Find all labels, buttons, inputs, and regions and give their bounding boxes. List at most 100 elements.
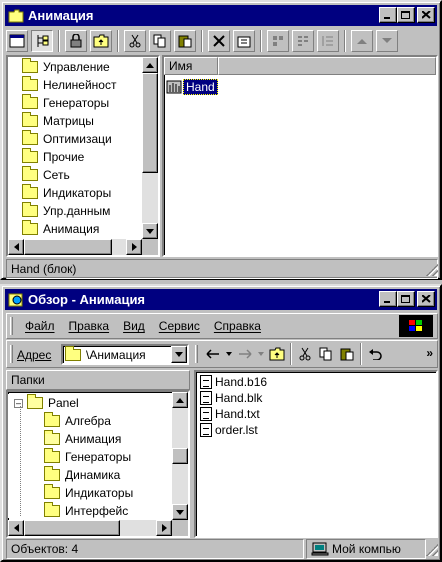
large-icons-icon[interactable] bbox=[267, 30, 289, 52]
back-dropdown-icon[interactable] bbox=[224, 343, 234, 365]
up-folder-icon[interactable] bbox=[267, 343, 287, 365]
move-up-icon[interactable] bbox=[351, 30, 373, 52]
undo-icon[interactable] bbox=[365, 343, 385, 365]
scroll-thumb[interactable] bbox=[24, 239, 112, 255]
status-text: Hand (блок) bbox=[11, 262, 77, 276]
close-button[interactable] bbox=[417, 7, 435, 23]
scroll-thumb[interactable] bbox=[142, 73, 158, 173]
file-name: order.lst bbox=[215, 423, 258, 437]
window-titlebar[interactable]: Обзор - Анимация bbox=[5, 289, 437, 310]
tree-item[interactable]: Интерфейс bbox=[8, 502, 172, 518]
resize-grip[interactable] bbox=[426, 544, 438, 556]
window-title: Обзор - Анимация bbox=[28, 292, 146, 307]
band-grip[interactable] bbox=[195, 345, 198, 363]
tree-item[interactable]: Индикаторы bbox=[8, 484, 172, 502]
list-view-icon[interactable] bbox=[317, 30, 339, 52]
tree-item[interactable]: Прочие bbox=[8, 148, 142, 166]
move-down-icon[interactable] bbox=[376, 30, 398, 52]
menu-item[interactable]: Справка bbox=[214, 319, 261, 333]
collapse-icon[interactable]: – bbox=[14, 398, 23, 408]
copy-icon[interactable] bbox=[149, 30, 171, 52]
band-grip[interactable] bbox=[10, 345, 13, 363]
animation-window: Анимация Управление Нелинейност Генераторы… bbox=[0, 0, 442, 280]
address-combobox[interactable]: \Анимация bbox=[61, 344, 189, 365]
file-item[interactable]: Hand.b16 bbox=[200, 374, 432, 390]
menu-item[interactable]: Файл bbox=[25, 319, 55, 333]
tree-item[interactable]: Нелинейност bbox=[8, 76, 142, 94]
forward-dropdown-icon[interactable] bbox=[256, 343, 266, 365]
file-item[interactable]: Hand.txt bbox=[200, 406, 432, 422]
properties-icon[interactable] bbox=[233, 30, 255, 52]
tree-item[interactable]: Сеть bbox=[8, 166, 142, 184]
tree-item[interactable]: Динамика bbox=[8, 466, 172, 484]
toolbar-separator bbox=[58, 30, 60, 52]
tree-item-root[interactable]: – Panel bbox=[8, 394, 172, 412]
scroll-thumb[interactable] bbox=[24, 520, 120, 536]
small-icons-icon[interactable] bbox=[292, 30, 314, 52]
scroll-up-button[interactable] bbox=[172, 392, 188, 408]
menu-item[interactable]: Сервис bbox=[159, 319, 200, 333]
scroll-thumb[interactable] bbox=[172, 448, 188, 464]
lock-icon[interactable] bbox=[65, 30, 87, 52]
tree-item[interactable]: Индикаторы bbox=[8, 184, 142, 202]
column-header-blank[interactable] bbox=[218, 57, 436, 75]
copy-icon[interactable] bbox=[316, 343, 336, 365]
tree-item[interactable]: Генераторы bbox=[8, 448, 172, 466]
file-item[interactable]: order.lst bbox=[200, 422, 432, 438]
toolbar bbox=[6, 30, 398, 52]
minimize-button[interactable] bbox=[379, 7, 397, 23]
menu-item[interactable]: Правка bbox=[69, 319, 110, 333]
paste-icon[interactable] bbox=[174, 30, 196, 52]
delete-icon[interactable] bbox=[208, 30, 230, 52]
scroll-up-button[interactable] bbox=[142, 57, 158, 73]
maximize-button[interactable] bbox=[397, 291, 415, 307]
window-icon[interactable] bbox=[6, 30, 28, 52]
tree-item[interactable]: Оптимизаци bbox=[8, 130, 142, 148]
scroll-down-button[interactable] bbox=[172, 504, 188, 520]
folder-icon bbox=[22, 112, 38, 127]
tree-view-icon[interactable] bbox=[31, 30, 53, 52]
tree-item-label: Индикаторы bbox=[65, 486, 134, 500]
paste-icon[interactable] bbox=[337, 343, 357, 365]
back-icon[interactable] bbox=[203, 343, 223, 365]
maximize-button[interactable] bbox=[397, 7, 415, 23]
tree-item[interactable]: Упр.данным bbox=[8, 202, 142, 220]
scroll-right-button[interactable] bbox=[126, 239, 142, 255]
forward-icon[interactable] bbox=[235, 343, 255, 365]
folder-icon bbox=[44, 448, 60, 463]
scroll-down-button[interactable] bbox=[142, 223, 158, 239]
vertical-scrollbar[interactable] bbox=[172, 392, 188, 520]
tree-item[interactable]: Анимация bbox=[8, 430, 172, 448]
address-dropdown-button[interactable] bbox=[171, 346, 187, 363]
tree-item[interactable]: Алгебра bbox=[8, 412, 172, 430]
tree-item[interactable]: Управление bbox=[8, 58, 142, 76]
horizontal-scrollbar[interactable] bbox=[8, 239, 142, 255]
nav-toolbar bbox=[203, 343, 385, 365]
tree-item[interactable]: Матрицы bbox=[8, 112, 142, 130]
cut-icon[interactable] bbox=[295, 343, 315, 365]
tree-item[interactable]: Анимация bbox=[8, 220, 142, 238]
up-folder-icon[interactable] bbox=[90, 30, 112, 52]
cut-icon[interactable] bbox=[124, 30, 146, 52]
file-item[interactable]: Hand.blk bbox=[200, 390, 432, 406]
minimize-button[interactable] bbox=[379, 291, 397, 307]
toolbar-overflow-icon[interactable]: » bbox=[426, 346, 433, 360]
band-grip[interactable] bbox=[10, 317, 13, 335]
folder-open-icon bbox=[27, 394, 43, 409]
column-header-name[interactable]: Имя bbox=[164, 57, 218, 75]
tree-item[interactable]: Генераторы bbox=[8, 94, 142, 112]
resize-grip[interactable] bbox=[426, 264, 438, 276]
menu-item[interactable]: Вид bbox=[123, 319, 145, 333]
address-value: \Анимация bbox=[86, 347, 146, 362]
folder-icon bbox=[65, 346, 81, 361]
list-item[interactable]: Hand bbox=[166, 79, 218, 95]
horizontal-scrollbar[interactable] bbox=[8, 520, 172, 536]
close-button[interactable] bbox=[417, 291, 435, 307]
vertical-scrollbar[interactable] bbox=[142, 57, 158, 239]
file-icon bbox=[200, 407, 212, 421]
scroll-left-button[interactable] bbox=[8, 520, 24, 536]
address-label: Адрес bbox=[17, 348, 52, 362]
window-titlebar[interactable]: Анимация bbox=[5, 5, 437, 26]
scroll-left-button[interactable] bbox=[8, 239, 24, 255]
scroll-right-button[interactable] bbox=[156, 520, 172, 536]
